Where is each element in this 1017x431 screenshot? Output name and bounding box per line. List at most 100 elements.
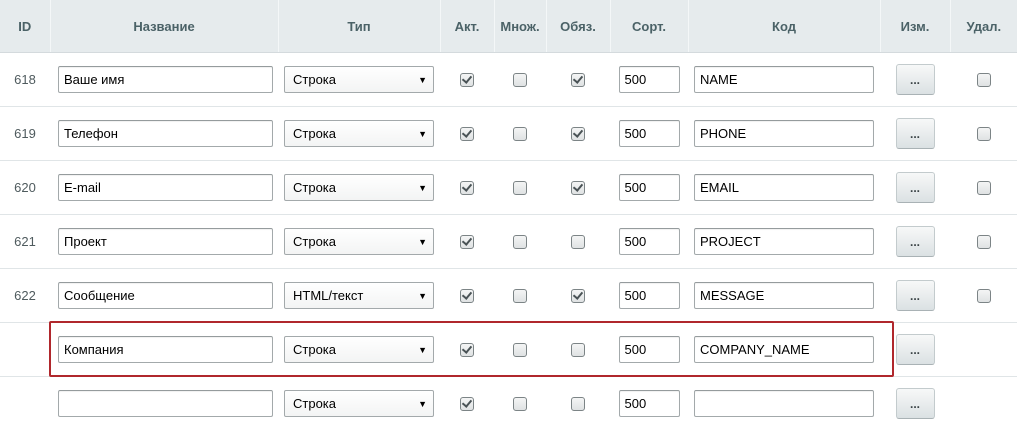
name-input[interactable] [58, 66, 273, 93]
name-input[interactable] [58, 390, 273, 417]
multiple-checkbox[interactable] [513, 181, 527, 196]
header-delete: Удал. [950, 0, 1017, 53]
code-input[interactable] [694, 390, 874, 417]
type-select[interactable]: Строка ▼ [284, 336, 434, 363]
active-checkbox[interactable] [460, 397, 474, 412]
code-input[interactable] [694, 66, 874, 93]
sort-input[interactable] [618, 174, 680, 201]
name-input[interactable] [58, 174, 273, 201]
row-id: 618 [0, 52, 50, 107]
sort-input[interactable] [618, 66, 680, 93]
type-select[interactable]: Строка ▼ [284, 120, 434, 147]
row-id: 621 [0, 214, 50, 269]
row-id: 620 [0, 160, 50, 215]
dropdown-arrow-icon: ▼ [418, 74, 427, 85]
edit-button[interactable]: ... [895, 172, 935, 203]
multiple-checkbox[interactable] [513, 289, 527, 304]
type-select[interactable]: Строка ▼ [284, 66, 434, 93]
name-input[interactable] [58, 336, 273, 363]
dropdown-arrow-icon: ▼ [418, 290, 427, 301]
dropdown-arrow-icon: ▼ [418, 236, 427, 247]
required-checkbox[interactable] [571, 289, 585, 304]
type-select[interactable]: Строка ▼ [284, 390, 434, 417]
name-input[interactable] [58, 120, 273, 147]
table-row: 622 HTML/текст ▼... [0, 268, 1017, 323]
delete-checkbox[interactable] [976, 73, 991, 88]
type-select[interactable]: HTML/текст ▼ [284, 282, 434, 309]
sort-input[interactable] [618, 228, 680, 255]
dropdown-arrow-icon: ▼ [418, 398, 427, 409]
name-input[interactable] [58, 282, 273, 309]
active-checkbox[interactable] [460, 127, 474, 142]
table-row: Строка ▼... [0, 377, 1017, 431]
active-checkbox[interactable] [460, 343, 474, 358]
type-select[interactable]: Строка ▼ [284, 174, 434, 201]
code-input[interactable] [694, 174, 874, 201]
dropdown-arrow-icon: ▼ [418, 182, 427, 193]
row-id: 619 [0, 106, 50, 161]
sort-input[interactable] [618, 390, 680, 417]
multiple-checkbox[interactable] [513, 343, 527, 358]
table-row: 620 Строка ▼... [0, 160, 1017, 215]
required-checkbox[interactable] [571, 181, 585, 196]
active-checkbox[interactable] [460, 289, 474, 304]
table-row: 621 Строка ▼... [0, 214, 1017, 269]
table-row: 618 Строка ▼... [0, 52, 1017, 107]
code-input[interactable] [694, 282, 874, 309]
code-input[interactable] [694, 336, 874, 363]
type-select-value: Строка [293, 234, 337, 249]
delete-checkbox[interactable] [976, 181, 991, 196]
active-checkbox[interactable] [460, 73, 474, 88]
type-select-value: HTML/текст [293, 288, 364, 303]
type-select-value: Строка [293, 180, 337, 195]
type-select-value: Строка [293, 396, 337, 411]
edit-button[interactable]: ... [895, 280, 935, 311]
dropdown-arrow-icon: ▼ [418, 344, 427, 355]
multiple-checkbox[interactable] [513, 127, 527, 142]
required-checkbox[interactable] [571, 235, 585, 250]
properties-table: ID Название Тип Акт. Множ. Обяз. Сорт. К… [0, 0, 1017, 430]
multiple-checkbox[interactable] [513, 397, 527, 412]
type-select-value: Строка [293, 72, 337, 87]
type-select[interactable]: Строка ▼ [284, 228, 434, 255]
edit-button[interactable]: ... [895, 388, 935, 419]
table-row: 619 Строка ▼... [0, 106, 1017, 161]
active-checkbox[interactable] [460, 181, 474, 196]
header-edit: Изм. [880, 0, 951, 53]
delete-checkbox[interactable] [976, 235, 991, 250]
required-checkbox[interactable] [571, 73, 585, 88]
edit-button[interactable]: ... [895, 64, 935, 95]
header-type: Тип [278, 0, 441, 53]
edit-button[interactable]: ... [895, 334, 935, 365]
required-checkbox[interactable] [571, 397, 585, 412]
table-body: 618Строка▼...619Строка▼...620Строка▼...6… [0, 52, 1017, 431]
sort-input[interactable] [618, 282, 680, 309]
header-required: Обяз. [546, 0, 611, 53]
table-row: Строка ▼... [0, 322, 1017, 377]
name-input[interactable] [58, 228, 273, 255]
type-select-value: Строка [293, 126, 337, 141]
active-checkbox[interactable] [460, 235, 474, 250]
header-name: Название [50, 0, 279, 53]
code-input[interactable] [694, 228, 874, 255]
required-checkbox[interactable] [571, 127, 585, 142]
dropdown-arrow-icon: ▼ [418, 128, 427, 139]
required-checkbox[interactable] [571, 343, 585, 358]
table-header-row: ID Название Тип Акт. Множ. Обяз. Сорт. К… [0, 0, 1017, 53]
code-input[interactable] [694, 120, 874, 147]
header-multiple: Множ. [494, 0, 547, 53]
delete-checkbox[interactable] [976, 289, 991, 304]
row-id [0, 322, 50, 377]
multiple-checkbox[interactable] [513, 235, 527, 250]
row-id [0, 377, 50, 431]
header-active: Акт. [440, 0, 495, 53]
type-select-value: Строка [293, 342, 337, 357]
sort-input[interactable] [618, 120, 680, 147]
multiple-checkbox[interactable] [513, 73, 527, 88]
edit-button[interactable]: ... [895, 226, 935, 257]
edit-button[interactable]: ... [895, 118, 935, 149]
sort-input[interactable] [618, 336, 680, 363]
header-id: ID [0, 0, 51, 53]
row-id: 622 [0, 268, 50, 323]
delete-checkbox[interactable] [976, 127, 991, 142]
